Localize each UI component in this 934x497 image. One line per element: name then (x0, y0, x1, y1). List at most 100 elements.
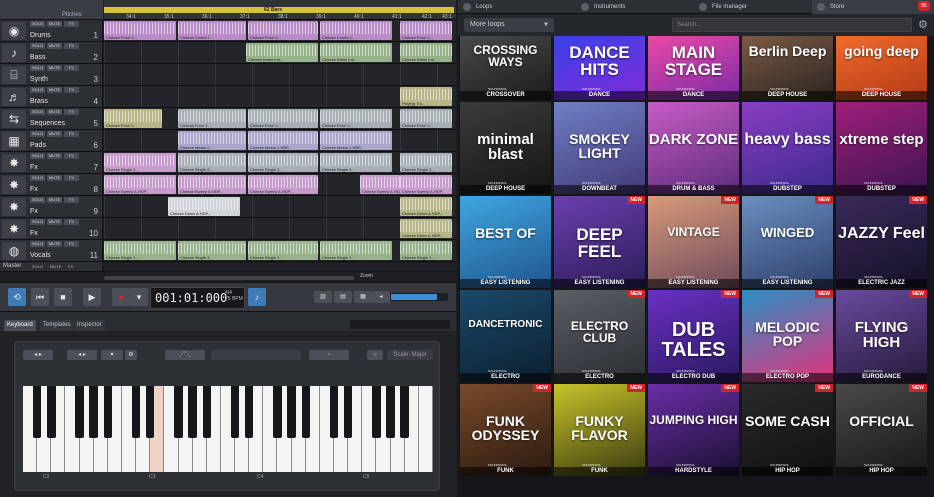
audio-clip[interactable]: Playing Tru... (400, 87, 452, 106)
audio-clip[interactable]: Cheese Brass Intr... (320, 43, 392, 62)
black-key[interactable] (244, 386, 254, 438)
track-lane[interactable]: Cheese Sweep A.HDP... Cheese Sweep A.HDP.… (104, 174, 456, 195)
black-key[interactable] (174, 386, 183, 438)
timeline-ruler[interactable]: 62 Bars 34:1 35:1 36:1 37:1 38:1 39:1 40… (104, 0, 456, 20)
audio-clip[interactable]: Cheese Brass Intr... (246, 43, 318, 62)
soundpool-tile[interactable]: DEEP FEEL SOUNDPOOL EASY LISTENING NEW (554, 196, 645, 288)
track-header[interactable]: ▦ SOLO MUTE FX Pads 6 (0, 130, 103, 151)
audio-clip[interactable]: Cheese Single 2... (104, 153, 176, 172)
audio-clip[interactable]: Cheese Sweep A.HDP... (360, 175, 400, 194)
soundpool-tile[interactable]: SMOKEY LIGHT SOUNDPOOL DOWNBEAT (554, 102, 645, 194)
fx-button[interactable]: FX (64, 87, 79, 93)
track-lane[interactable]: Cheese Down A.HDP... (104, 218, 456, 239)
audio-clip[interactable]: Cheese Sweep A.HDP... (248, 175, 318, 194)
audio-clip[interactable]: Cheese Single 2... (320, 153, 392, 172)
black-key[interactable] (75, 386, 84, 438)
mute-button[interactable]: MUTE (47, 219, 62, 225)
rewind-button[interactable]: ⏮ (31, 288, 49, 306)
piano-keys[interactable] (23, 386, 433, 472)
soundpool-tile[interactable]: MELODIC POP SOUNDPOOL ELECTRO POP NEW (742, 290, 833, 382)
track-header[interactable]: ◉ SOLO MUTE FX Drums 1 (0, 20, 103, 41)
black-key[interactable] (343, 386, 353, 438)
soundpool-tile[interactable]: FUNK ODYSSEY SOUNDPOOL FUNK NEW (460, 384, 551, 476)
track-lane[interactable]: Cheese Brass Intr... Cheese Brass Intr...… (104, 42, 456, 63)
view-mixer-button[interactable]: ▥ (314, 291, 332, 303)
soundpool-tile[interactable]: CROSSING WAYS SOUNDPOOL CROSSOVER (460, 36, 551, 100)
black-key[interactable] (32, 386, 42, 438)
audio-clip[interactable]: Cheese Single 1... (178, 241, 246, 260)
pitch-mod-slider[interactable] (211, 350, 301, 360)
tab-keyboard[interactable]: Keyboard (4, 320, 36, 331)
scale-dropdown[interactable]: Scale: Major (387, 350, 433, 360)
tab-loops[interactable]: Loops (458, 0, 574, 14)
mute-button[interactable]: MUTE (47, 241, 62, 247)
transpose-control[interactable]: ◂ ▸ (67, 350, 97, 360)
track-row[interactable]: ⌸ SOLO MUTE FX Synth 3 (0, 64, 456, 86)
track-row[interactable]: ⇆ SOLO MUTE FX Sequences 5 Cheese Form 2... Che… (0, 108, 456, 130)
solo-button[interactable]: SOLO (30, 109, 45, 115)
fx-button[interactable]: FX (64, 175, 79, 181)
audio-clip[interactable]: Cheese Sweep A.HDP... (104, 175, 176, 194)
soundpool-tile[interactable]: JUMPING HIGH SOUNDPOOL HARDSTYLE NEW (648, 384, 739, 476)
black-key[interactable] (131, 386, 141, 438)
soundpool-tile[interactable]: FUNKY FLAVOR SOUNDPOOL FUNK NEW (554, 384, 645, 476)
master-button[interactable]: FX (68, 264, 73, 269)
track-lane[interactable]: Playing Tru... (104, 86, 456, 107)
tab-file-manager[interactable]: File manager (694, 0, 810, 14)
soundpool-tile[interactable]: BEST OF SOUNDPOOL EASY LISTENING (460, 196, 551, 288)
view-list-button[interactable]: ▦ (354, 291, 372, 303)
solo-button[interactable]: SOLO (30, 131, 45, 137)
fx-button[interactable]: FX (64, 43, 79, 49)
black-key[interactable] (230, 386, 240, 438)
fx-button[interactable]: FX (64, 153, 79, 159)
track-header[interactable]: ✸ SOLO MUTE FX Fx 9 (0, 196, 103, 217)
black-key[interactable] (386, 386, 395, 438)
white-key[interactable] (418, 386, 433, 472)
store-search-input[interactable]: Search... (672, 18, 912, 32)
track-lane[interactable]: Cheese Single 1... Cheese Single 1... Chee… (104, 240, 456, 261)
solo-button[interactable]: SOLO (30, 175, 45, 181)
mute-button[interactable]: MUTE (47, 109, 62, 115)
track-header[interactable]: ✸ SOLO MUTE FX Fx 10 (0, 218, 103, 239)
solo-button[interactable]: SOLO (30, 241, 45, 247)
audio-clip[interactable]: Cheese Form 2... (248, 21, 318, 40)
solo-button[interactable]: SOLO (30, 21, 45, 27)
fx-button[interactable]: FX (64, 65, 79, 71)
gear-icon[interactable]: ⚙ (918, 18, 928, 31)
audio-clip[interactable]: Cheese Single 2... (400, 153, 452, 172)
soundpool-tile[interactable]: xtreme step SOUNDPOOL DUBSTEP (836, 102, 927, 194)
audio-clip[interactable]: Cheese Combi 1... (320, 21, 392, 40)
record-options-button[interactable]: ▾ (130, 288, 148, 306)
audio-clip[interactable]: Cheese Mesar 2... (178, 131, 246, 150)
black-key[interactable] (47, 386, 56, 438)
fx-button[interactable]: FX (64, 197, 79, 203)
mute-button[interactable]: MUTE (47, 131, 62, 137)
track-row[interactable]: ◍ SOLO MUTE FX Vocals 11 Cheese Single 1... Che… (0, 240, 456, 262)
audio-clip[interactable]: Cheese Form 2... (104, 21, 176, 40)
audio-clip[interactable]: Cheese Single 1... (320, 241, 392, 260)
audio-clip[interactable]: Cheese Single 1... (400, 241, 452, 260)
solo-button[interactable]: SOLO (30, 219, 45, 225)
tempo-display[interactable]: 4/4 75 BPM (225, 290, 243, 302)
audio-clip[interactable]: Cheese Form 2... (400, 21, 452, 40)
tab-templates[interactable]: Templates (40, 320, 74, 331)
soundpool-tile[interactable]: going deep SOUNDPOOL DEEP HOUSE (836, 36, 927, 100)
track-lane[interactable]: Cheese Form 2... Cheese Combi 1... Cheese … (104, 20, 456, 41)
loop-range-bar[interactable]: 62 Bars (104, 7, 454, 13)
soundpool-tile[interactable]: MAIN STAGE SOUNDPOOL DANCE (648, 36, 739, 100)
settings-button[interactable]: ⚙ (125, 350, 137, 360)
track-lane[interactable]: Cheese Down A.HDP... Cheese Down A.HDP... (104, 196, 456, 217)
track-header[interactable]: ♬ SOLO MUTE FX Brass 4 (0, 86, 103, 107)
soundpool-tile[interactable]: DUB TALES SOUNDPOOL ELECTRO DUB NEW (648, 290, 739, 382)
audio-clip[interactable]: Cheese Sweep A.HDP... (400, 175, 452, 194)
mute-button[interactable]: MUTE (47, 197, 62, 203)
record-button[interactable]: ● (112, 288, 130, 306)
master-button[interactable]: SOLO (32, 264, 43, 269)
fx-button[interactable]: FX (64, 109, 79, 115)
track-lane[interactable]: Cheese Form 2... Cheese Form 2... Cheese F… (104, 108, 456, 129)
black-key[interactable] (202, 386, 212, 438)
bottom-search-field[interactable] (350, 320, 450, 329)
arpeggiator-display[interactable]: ⋰⋱ (165, 350, 205, 360)
soundpool-tile[interactable]: OFFICIAL SOUNDPOOL HIP HOP NEW (836, 384, 927, 476)
black-key[interactable] (89, 386, 98, 438)
